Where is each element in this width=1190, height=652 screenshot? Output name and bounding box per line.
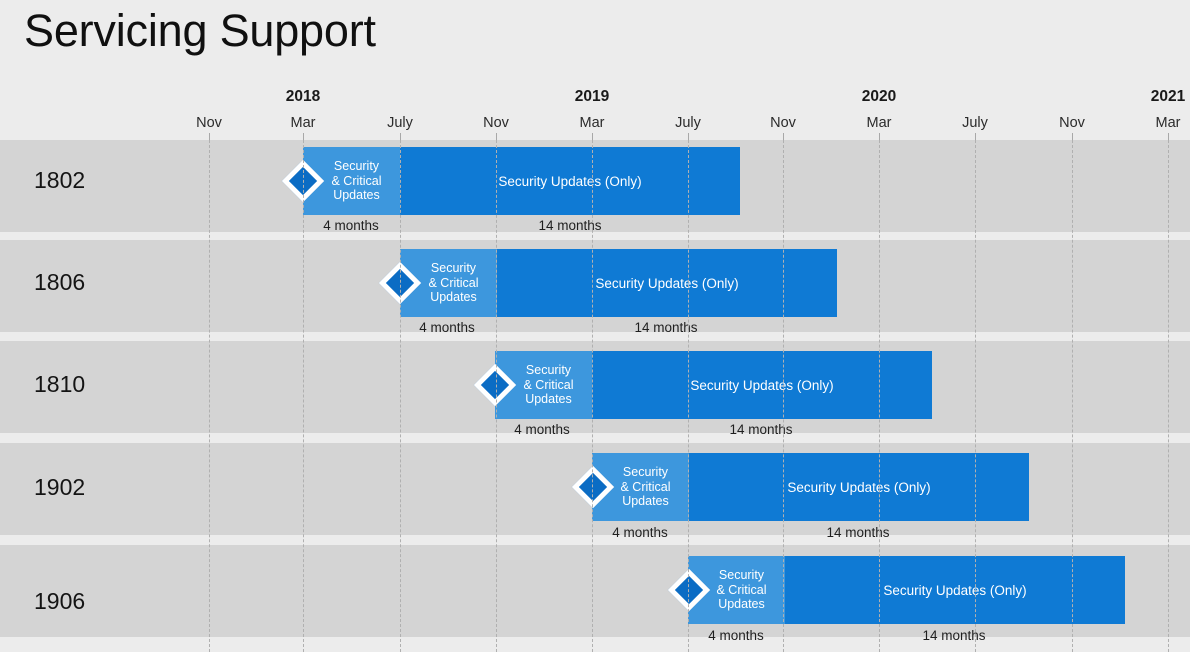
duration-caption: 4 months [708,628,764,643]
security-updates-only-label: Security Updates (Only) [690,377,834,393]
security-critical-updates-label: Security & Critical Updates [331,158,382,203]
duration-caption: 14 months [922,628,986,643]
duration-caption: 4 months [612,525,668,540]
duration-caption: 4 months [514,422,570,437]
row-bar-group: Security & Critical Updates Security Upda… [0,147,1190,215]
security-updates-only-label: Security Updates (Only) [595,275,739,291]
duration-caption: 4 months [323,218,379,233]
security-updates-only-label: Security Updates (Only) [787,479,931,495]
duration-caption: 14 months [538,218,602,233]
duration-caption: 4 months [419,320,475,335]
row-bar-group: Security & Critical Updates Security Upda… [0,351,1190,419]
row-bar-group: Security & Critical Updates Security Upda… [0,556,1190,624]
security-updates-only-bar[interactable]: Security Updates (Only) [689,453,1029,521]
duration-caption: 14 months [826,525,890,540]
security-critical-updates-label: Security & Critical Updates [523,362,574,407]
security-critical-updates-label: Security & Critical Updates [716,567,767,612]
timeline-rows: 1802 Security & Critical Updates Security … [0,0,1190,652]
security-updates-only-bar[interactable]: Security Updates (Only) [592,351,932,419]
security-updates-only-label: Security Updates (Only) [883,582,1027,598]
servicing-support-timeline-chart: Servicing Support 1802 Security & Critica… [0,0,1190,652]
duration-caption: 14 months [729,422,793,437]
security-updates-only-bar[interactable]: Security Updates (Only) [785,556,1125,624]
security-updates-only-label: Security Updates (Only) [498,173,642,189]
security-updates-only-bar[interactable]: Security Updates (Only) [497,249,837,317]
security-critical-updates-label: Security & Critical Updates [428,260,479,305]
security-critical-updates-label: Security & Critical Updates [620,464,671,509]
row-bar-group: Security & Critical Updates Security Upda… [0,249,1190,317]
security-updates-only-bar[interactable]: Security Updates (Only) [400,147,740,215]
duration-caption: 14 months [634,320,698,335]
